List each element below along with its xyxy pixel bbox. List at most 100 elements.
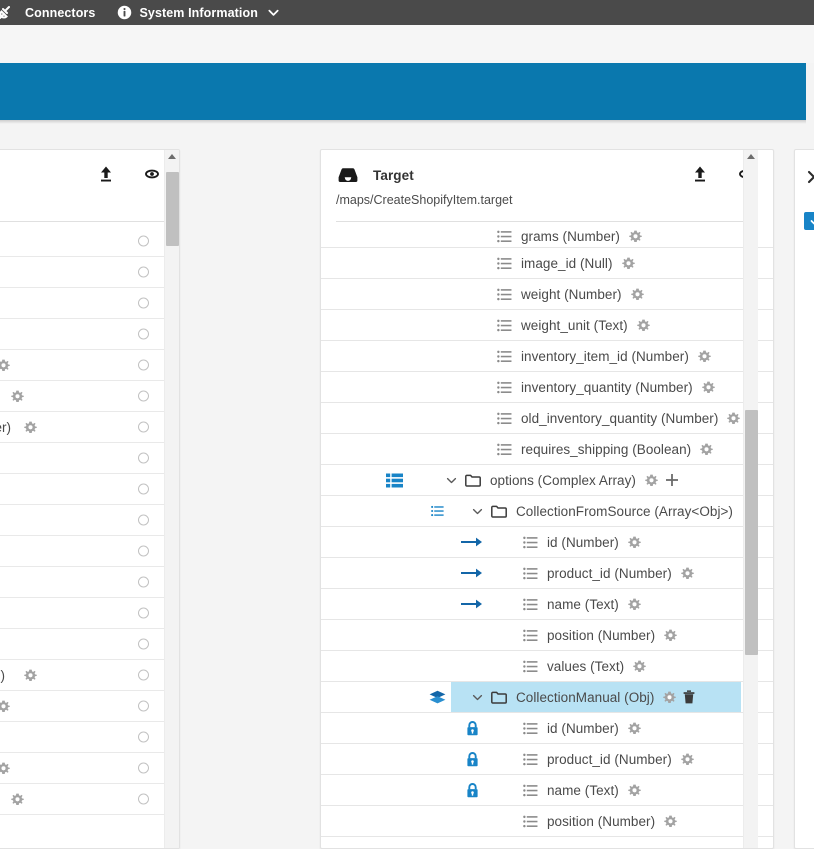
tree-field-row[interactable]: values (Text) [321, 651, 773, 682]
source-tree-row[interactable] [0, 257, 179, 288]
tree-field-row[interactable]: inventory_item_id (Number) [321, 341, 773, 372]
connection-port[interactable] [138, 452, 149, 464]
tree-folder-row[interactable]: options (Complex Array) [321, 465, 773, 496]
source-tree-row[interactable] [0, 350, 179, 381]
connection-port[interactable] [138, 359, 149, 371]
connection-port[interactable] [138, 390, 149, 402]
upload-icon[interactable] [96, 164, 116, 184]
source-scrollbar[interactable] [164, 150, 179, 848]
scroll-up-arrow-icon[interactable] [747, 154, 755, 159]
nav-item-system-information[interactable]: System Information [117, 0, 280, 25]
tree-field-row[interactable]: product_id (Number) [321, 744, 773, 775]
tree-field-row[interactable]: product_id (Number) [321, 558, 773, 589]
gear-icon[interactable] [681, 567, 694, 580]
source-tree-row[interactable] [0, 505, 179, 536]
connection-port[interactable] [138, 607, 149, 619]
connection-port[interactable] [138, 483, 149, 495]
source-tree-row[interactable]: ull) [0, 660, 179, 691]
gear-icon[interactable] [621, 257, 635, 270]
nav-item-connectors[interactable]: Connectors [0, 0, 95, 25]
gear-icon[interactable] [701, 381, 715, 394]
gear-icon[interactable] [11, 390, 24, 403]
target-scroll-thumb[interactable] [745, 410, 758, 655]
gear-icon[interactable] [628, 784, 641, 797]
mapping-arrow-icon[interactable] [461, 527, 483, 557]
tree-field-row[interactable]: position (Number) [321, 620, 773, 651]
source-tree-row[interactable]: ber) [0, 412, 179, 443]
gear-icon[interactable] [636, 319, 650, 332]
source-tree-row[interactable] [0, 691, 179, 722]
connection-port[interactable] [138, 700, 149, 712]
source-tree-row[interactable]: ) [0, 381, 179, 412]
source-tree-row[interactable]: ) [0, 784, 179, 815]
source-tree-row[interactable] [0, 722, 179, 753]
gear-icon[interactable] [698, 350, 711, 363]
gear-icon[interactable] [628, 598, 641, 611]
gear-icon[interactable] [24, 669, 37, 682]
chevron-down-icon[interactable] [267, 6, 280, 19]
tree-field-row[interactable]: image_id (Null) [321, 248, 773, 279]
gear-icon[interactable] [629, 230, 642, 243]
connection-port[interactable] [138, 421, 149, 433]
source-tree-row[interactable] [0, 629, 179, 660]
connection-port[interactable] [138, 514, 149, 526]
source-tree-row[interactable] [0, 474, 179, 505]
eye-icon[interactable] [142, 164, 162, 184]
scroll-up-arrow-icon[interactable] [168, 154, 176, 159]
gear-icon[interactable] [628, 722, 641, 735]
tree-field-row[interactable]: inventory_quantity (Number) [321, 372, 773, 403]
tree-field-row[interactable]: weight_unit (Text) [321, 310, 773, 341]
tree-field-row[interactable]: old_inventory_quantity (Number) [321, 403, 773, 434]
delete-icon[interactable] [683, 690, 695, 704]
tree-folder-row[interactable]: CollectionFromSource (Array<Obj>) [321, 496, 773, 527]
upload-icon[interactable] [690, 164, 710, 184]
gear-icon[interactable] [727, 412, 741, 425]
source-tree-row[interactable] [0, 598, 179, 629]
tree-field-row[interactable]: grams (Number) [321, 226, 773, 248]
mapping-arrow-icon[interactable] [461, 589, 483, 619]
source-tree-row[interactable] [0, 319, 179, 350]
connection-port[interactable] [138, 235, 149, 247]
inspector-badge[interactable] [804, 212, 814, 230]
chevron-down-icon[interactable] [445, 474, 458, 487]
source-tree-row[interactable] [0, 226, 179, 257]
gear-icon[interactable] [24, 421, 37, 434]
source-tree-row[interactable] [0, 443, 179, 474]
connection-port[interactable] [138, 297, 149, 309]
tree-field-row[interactable]: position (Number) [321, 806, 773, 837]
tree-field-row[interactable]: name (Text) [321, 589, 773, 620]
connection-port[interactable] [138, 576, 149, 588]
chevron-down-icon[interactable] [471, 505, 484, 518]
gear-icon[interactable] [630, 288, 644, 301]
gear-icon[interactable] [628, 536, 641, 549]
tree-folder-row[interactable]: CollectionManual (Obj) [321, 682, 773, 713]
gear-icon[interactable] [0, 359, 10, 372]
tree-field-row[interactable]: name (Text) [321, 775, 773, 806]
target-scrollbar[interactable] [743, 150, 758, 848]
source-tree-row[interactable] [0, 288, 179, 319]
gear-icon[interactable] [700, 443, 713, 456]
connection-port[interactable] [138, 669, 149, 681]
gear-icon[interactable] [0, 700, 10, 713]
gear-icon[interactable] [633, 660, 646, 673]
mapping-arrow-icon[interactable] [461, 558, 483, 588]
gear-icon[interactable] [11, 793, 24, 806]
tree-field-row[interactable]: requires_shipping (Boolean) [321, 434, 773, 465]
chevron-down-icon[interactable] [471, 691, 484, 704]
gear-icon[interactable] [663, 691, 677, 704]
connection-port[interactable] [138, 731, 149, 743]
tree-field-row[interactable]: id (Number) [321, 713, 773, 744]
connection-port[interactable] [138, 793, 149, 805]
tree-field-row[interactable]: id (Number) [321, 527, 773, 558]
source-scroll-thumb[interactable] [166, 172, 179, 246]
connection-port[interactable] [138, 328, 149, 340]
gear-icon[interactable] [0, 762, 10, 775]
close-icon[interactable] [805, 168, 814, 186]
connection-port[interactable] [138, 266, 149, 278]
source-tree-row[interactable] [0, 567, 179, 598]
tree-field-row[interactable]: weight (Number) [321, 279, 773, 310]
gear-icon[interactable] [664, 629, 677, 642]
source-tree-row[interactable] [0, 536, 179, 567]
gear-icon[interactable] [664, 815, 677, 828]
add-icon[interactable] [665, 473, 679, 487]
